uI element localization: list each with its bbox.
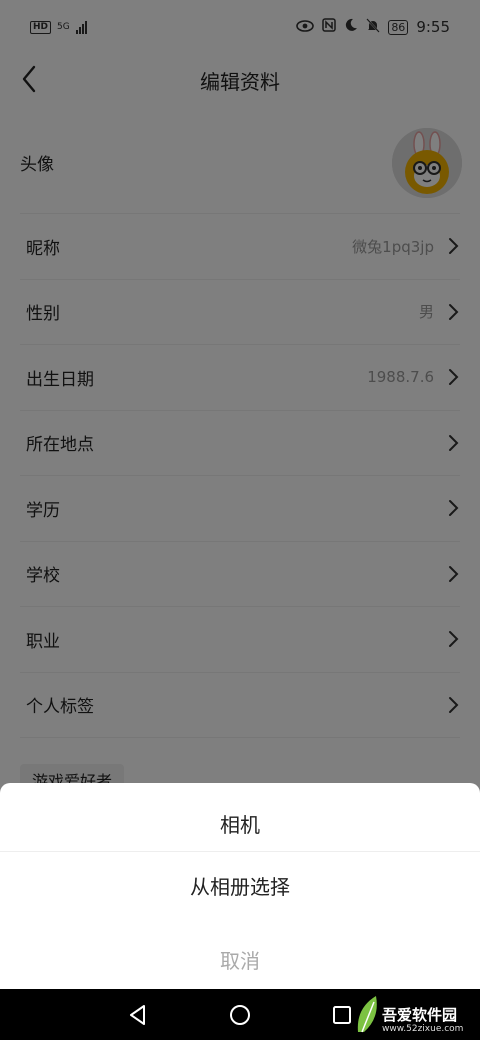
choose-from-album-option[interactable]: 从相册选择: [0, 871, 480, 900]
watermark-text: 吾爱软件园: [382, 1006, 458, 1024]
camera-option[interactable]: 相机: [0, 809, 480, 838]
watermark-url: www.52zixue.com: [382, 1024, 464, 1034]
action-sheet: 相机 从相册选择 取消: [0, 783, 480, 989]
nav-back-icon[interactable]: [124, 1001, 152, 1029]
divider: [0, 851, 480, 852]
cancel-button[interactable]: 取消: [0, 945, 480, 974]
watermark: 吾爱软件园 www.52zixue.com: [352, 988, 472, 1038]
nav-home-icon[interactable]: [226, 1001, 254, 1029]
